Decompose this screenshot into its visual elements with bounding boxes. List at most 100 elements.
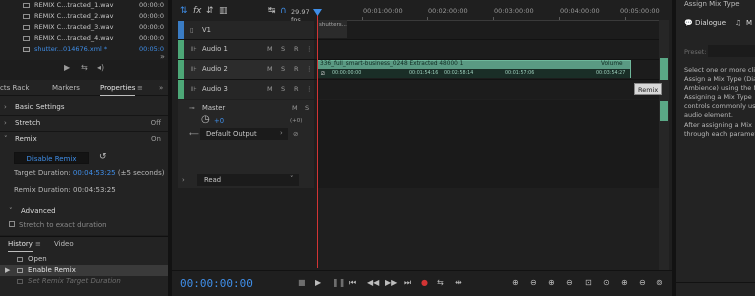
current-timecode[interactable]: 00:00:00:00	[180, 277, 253, 290]
tab-effects-rack[interactable]: cts Rack	[0, 84, 29, 92]
more-icon[interactable]: ⋮	[306, 85, 313, 93]
master-volume-value[interactable]: +0	[214, 117, 224, 125]
play-icon[interactable]: ▶	[64, 63, 70, 72]
clip-marker: 00:03:54:27	[596, 71, 626, 76]
time-ruler[interactable]: 00:01:00:00 00:02:00:00 00:03:00:00 00:0…	[317, 5, 660, 21]
panel-menu-icon[interactable]: ≡	[137, 84, 143, 92]
swap-icon[interactable]: ⇅	[180, 6, 188, 16]
section-stretch[interactable]: › Stretch Off	[0, 117, 168, 129]
solo-button[interactable]: S	[305, 104, 309, 112]
tab-video[interactable]: Video	[54, 240, 74, 248]
skip-to-end-icon[interactable]: ⏭	[404, 278, 411, 288]
mute-button[interactable]: M	[267, 65, 273, 73]
zoom-in-time-icon[interactable]: ⊕	[548, 278, 555, 287]
skip-selection-icon[interactable]: ⇹	[455, 278, 462, 287]
track-header-master[interactable]: ⊸ Master M S ◷ +0 (+0) ⟵ Default Output …	[178, 100, 314, 188]
snap-icon[interactable]: ∩	[280, 6, 287, 16]
list-item[interactable]: REMIX C...tracted_2.wav 00:00:0	[0, 11, 168, 22]
stretch-exact-checkbox-row[interactable]: Stretch to exact duration	[0, 219, 168, 229]
list-item[interactable]: REMIX C...tracted_3.wav 00:00:0	[0, 22, 168, 33]
stop-icon[interactable]: ■	[298, 278, 306, 287]
zoom-out-amplitude-icon[interactable]: ⊖	[530, 278, 537, 287]
volume-knob-icon[interactable]: ◷	[201, 114, 210, 125]
solo-button[interactable]: S	[281, 45, 285, 53]
output-select[interactable]: Default Output ›	[200, 128, 288, 140]
reset-icon[interactable]: ↺	[99, 152, 107, 162]
loop-icon[interactable]: ⇆	[81, 63, 88, 72]
dialogue-button[interactable]: Dialogue	[695, 17, 726, 29]
zoom-tracks-in-icon[interactable]: ⊕	[621, 278, 628, 287]
clip-volume-label[interactable]: Volume	[601, 61, 623, 67]
zoom-in-amplitude-icon[interactable]: ⊕	[512, 278, 519, 287]
skip-to-start-icon[interactable]: ⏮	[349, 278, 356, 288]
track-header-audio2[interactable]: ⊪ Audio 2 M S R ⋮	[178, 60, 314, 79]
list-item[interactable]: REMIX C...tracted_1.wav 00:00:0	[0, 0, 168, 11]
routing-icon[interactable]: ⇵	[206, 6, 214, 16]
zoom-tracks-out-icon[interactable]: ⊖	[639, 278, 646, 287]
history-item-active[interactable]: ▶ Enable Remix	[0, 265, 168, 276]
history-item[interactable]: Open	[0, 254, 168, 265]
more-icon[interactable]: ⋮	[306, 45, 313, 53]
more-icon[interactable]: ⋮	[306, 65, 313, 73]
record-arm-button[interactable]: R	[294, 85, 299, 93]
track-lane-audio3[interactable]	[317, 80, 660, 99]
mute-button[interactable]: M	[267, 85, 273, 93]
chevron-right-icon[interactable]: ›	[182, 176, 185, 184]
target-duration-value[interactable]: 00:04:53:25	[73, 169, 116, 177]
audio-clip[interactable]: 336_full_smart-business_0248 Extracted 4…	[317, 60, 631, 78]
record-icon[interactable]: ●	[421, 278, 428, 287]
tab-properties[interactable]: Properties	[100, 84, 136, 96]
ripple-icon[interactable]: ↹	[268, 6, 276, 16]
track-header-audio1[interactable]: ⊪ Audio 1 M S R ⋮	[178, 40, 314, 59]
section-remix[interactable]: ˅ Remix On	[0, 133, 168, 145]
mute-button[interactable]: M	[267, 45, 273, 53]
fx-icon[interactable]: fx	[193, 6, 202, 16]
panel-menu-icon[interactable]: ≡	[35, 240, 41, 248]
zoom-full-icon[interactable]: ⊡	[585, 278, 592, 287]
section-basic-settings[interactable]: › Basic Settings	[0, 101, 168, 113]
music-button[interactable]: M	[746, 17, 752, 29]
double-chevron-icon[interactable]: »	[160, 52, 165, 61]
record-arm-button[interactable]: R	[294, 45, 299, 53]
automation-mode-select[interactable]: Read ˅	[197, 174, 299, 186]
solo-button[interactable]: S	[281, 65, 285, 73]
list-item[interactable]: shutter...014676.xml * 00:05:0	[0, 44, 168, 55]
disable-remix-button[interactable]: Disable Remix	[14, 152, 89, 164]
section-advanced[interactable]: ˅ Advanced	[0, 205, 168, 217]
chevron-down-icon: ˅	[4, 135, 8, 143]
pause-icon[interactable]: ❚❚	[332, 278, 345, 287]
help-text-line: Assign a Mix Type (Dia	[684, 75, 755, 83]
play-icon[interactable]: ▶	[315, 278, 321, 287]
record-arm-button[interactable]: R	[294, 65, 299, 73]
mute-button[interactable]: M	[292, 104, 298, 112]
track-lane-audio1[interactable]	[317, 40, 660, 59]
stereo-pan-value[interactable]: (+0)	[290, 118, 302, 124]
vertical-scrollbar[interactable]	[659, 20, 669, 270]
track-header-audio3[interactable]: ⊪ Audio 3 M S R ⋮	[178, 80, 314, 99]
list-item[interactable]: REMIX C...tracted_4.wav 00:00:0	[0, 33, 168, 44]
rewind-icon[interactable]: ◀◀	[367, 278, 379, 287]
track-lane-master[interactable]	[317, 100, 660, 188]
track-lane-v1[interactable]	[317, 21, 660, 39]
playhead[interactable]	[317, 14, 318, 268]
fx-bypass-icon[interactable]: ⊘	[293, 130, 298, 138]
zoom-in-selection-icon[interactable]: ⊙	[603, 278, 610, 287]
scroll-thumb[interactable]	[660, 101, 668, 121]
video-clip[interactable]: shutters...	[317, 20, 347, 38]
fast-forward-icon[interactable]: ▶▶	[385, 278, 397, 287]
scroll-thumb[interactable]	[660, 58, 668, 80]
meters-icon[interactable]: ▥	[219, 6, 228, 16]
tab-markers[interactable]: Markers	[52, 84, 80, 92]
file-name: REMIX C...tracted_2.wav	[34, 12, 114, 20]
track-header-v1[interactable]: V1 ▯	[178, 21, 314, 39]
checkbox[interactable]	[9, 221, 15, 227]
solo-button[interactable]: S	[281, 85, 285, 93]
preset-select[interactable]	[708, 45, 755, 57]
loop-icon[interactable]: ⇆	[437, 278, 444, 287]
tab-history[interactable]: History	[8, 240, 33, 252]
history-item[interactable]: Set Remix Target Duration	[0, 276, 168, 287]
zoom-tracks-reset-icon[interactable]: ⊚	[656, 278, 663, 287]
double-chevron-icon[interactable]: »	[159, 84, 163, 92]
volume-icon[interactable]: ◂)	[97, 63, 104, 72]
zoom-out-time-icon[interactable]: ⊖	[566, 278, 573, 287]
